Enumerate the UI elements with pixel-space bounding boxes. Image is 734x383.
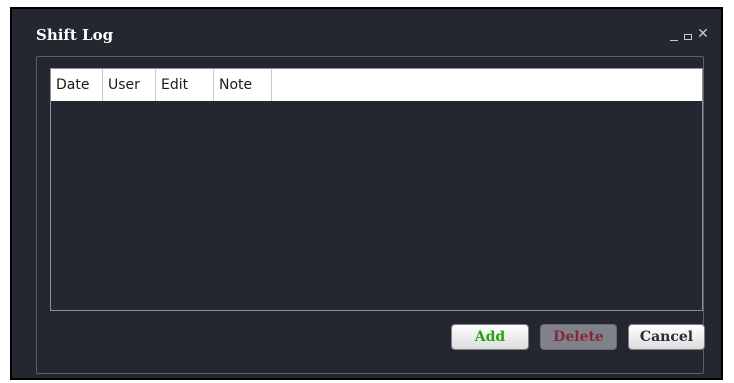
- maximize-icon[interactable]: [682, 27, 694, 41]
- column-header-user[interactable]: User: [103, 69, 156, 101]
- table-header: Date User Edit Note: [51, 69, 702, 101]
- minimize-icon[interactable]: [668, 27, 680, 41]
- column-header-note[interactable]: Note: [214, 69, 272, 101]
- shift-log-table[interactable]: Date User Edit Note: [50, 68, 703, 311]
- close-icon[interactable]: ✕: [696, 27, 710, 41]
- shift-log-window: Shift Log ✕ Date User Edit Note Add Dele…: [10, 7, 723, 380]
- column-header-edit[interactable]: Edit: [156, 69, 214, 101]
- cancel-button[interactable]: Cancel: [628, 324, 705, 350]
- window-title: Shift Log: [36, 26, 114, 44]
- add-button[interactable]: Add: [451, 324, 529, 350]
- column-header-date[interactable]: Date: [51, 69, 103, 101]
- delete-button: Delete: [540, 324, 617, 350]
